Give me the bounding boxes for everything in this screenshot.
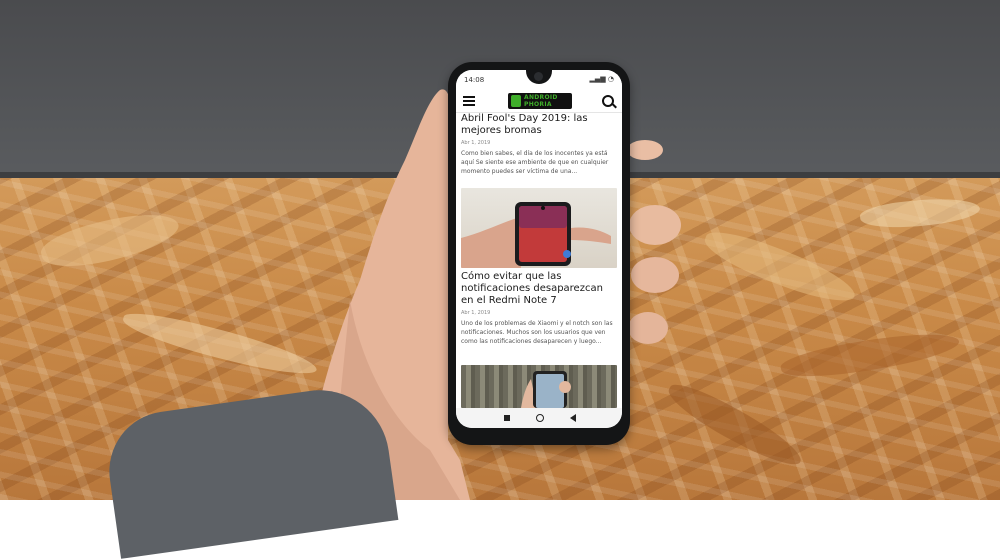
article-title[interactable]: Abril Fool's Day 2019: las mejores broma… — [461, 113, 617, 137]
article-date: Abr 1, 2019 — [461, 310, 491, 316]
article-title[interactable]: Cómo evitar que las notificaciones desap… — [461, 271, 617, 307]
article-thumbnail[interactable] — [461, 365, 617, 408]
back-triangle-icon[interactable] — [570, 414, 576, 422]
status-icons: ▂▄▆ ◔ — [589, 75, 614, 83]
camera-icon — [534, 72, 543, 81]
status-time: 14:08 — [464, 76, 485, 84]
logo-text-2: PHORIA — [524, 101, 552, 108]
article-card[interactable]: Cómo evitar que las notificaciones desap… — [461, 271, 617, 346]
search-icon[interactable] — [602, 95, 614, 107]
article-date: Abr 1, 2019 — [461, 140, 491, 146]
android-nav-bar — [456, 408, 622, 428]
article-feed: Abril Fool's Day 2019: las mejores broma… — [456, 113, 622, 408]
square-icon[interactable] — [504, 415, 510, 421]
circle-icon[interactable] — [536, 414, 544, 422]
logo-text: ANDROID — [524, 94, 558, 101]
article-card[interactable]: Abril Fool's Day 2019: las mejores broma… — [461, 113, 617, 176]
thumbnail-phone-on-wood — [521, 371, 571, 408]
app-bar: ANDROID PHORIA — [456, 90, 622, 113]
thumbnail-hand-phone — [461, 202, 611, 268]
phone-screen: 14:08 ▂▄▆ ◔ ANDROID PHORIA Abril Fool's … — [456, 70, 622, 428]
site-logo[interactable]: ANDROID PHORIA — [508, 93, 572, 109]
article-excerpt: Uno de los problemas de Xiaomi y el notc… — [461, 320, 613, 345]
article-excerpt: Como bien sabes, el día de los inocentes… — [461, 150, 609, 175]
menu-icon[interactable] — [463, 96, 475, 106]
logo-icon — [511, 95, 521, 107]
article-thumbnail[interactable] — [461, 188, 617, 268]
